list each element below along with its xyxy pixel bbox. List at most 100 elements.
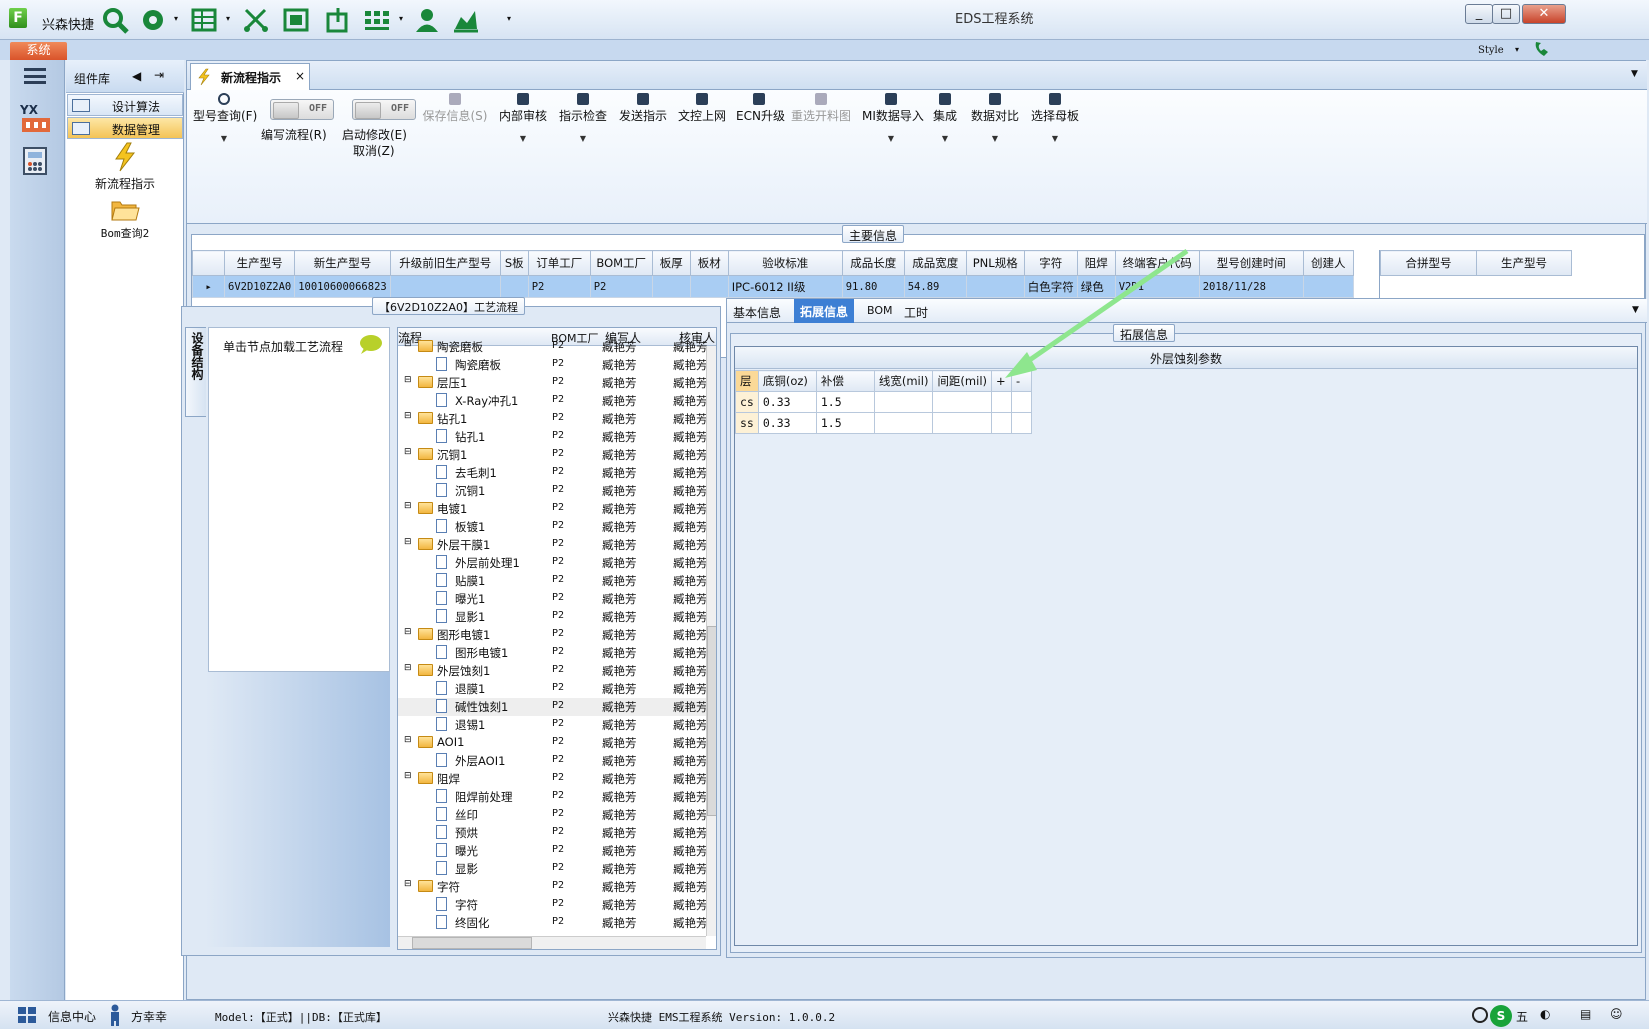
integrate-button[interactable]: 集成 ▼ — [932, 93, 958, 143]
pin-icon[interactable]: ⇥ — [154, 68, 164, 82]
cancel-label[interactable]: 取消(Z) — [353, 142, 395, 159]
chevron-down-icon[interactable]: ▼ — [1632, 305, 1639, 315]
table-cell[interactable]: 10010600066823 — [294, 275, 391, 298]
etch-value-cell[interactable] — [873, 412, 934, 434]
col-header[interactable]: 成品长度 — [841, 250, 905, 276]
etch-col-header[interactable]: 底铜(oz) — [757, 370, 817, 392]
row-indicator[interactable]: ▸ — [192, 275, 225, 298]
collapse-icon[interactable]: ⊟ — [404, 771, 412, 781]
col-header[interactable]: 型号创建时间 — [1198, 250, 1304, 276]
collapse-icon[interactable]: ⊟ — [404, 501, 412, 511]
table-cell[interactable]: P2 — [589, 275, 653, 298]
tab-basic-info[interactable]: 基本信息 — [733, 304, 781, 321]
tree-item-row[interactable]: 预烘 P2 臧艳芳 臧艳芳 — [398, 824, 708, 842]
system-menu-button[interactable]: 系统 — [10, 42, 67, 60]
save-info-button[interactable]: 保存信息(S) — [420, 93, 490, 124]
tab-bom[interactable]: BOM — [867, 304, 893, 317]
user-icon[interactable] — [411, 4, 443, 36]
col-header[interactable]: 板厚 — [651, 250, 691, 276]
chart-icon[interactable] — [450, 4, 482, 36]
collapse-icon[interactable]: ⊟ — [404, 735, 412, 745]
collapse-icon[interactable]: ⊟ — [404, 375, 412, 385]
send-instruction-button[interactable]: 发送指示 — [619, 93, 667, 124]
side-tab-device-structure[interactable]: 设备结构 — [185, 327, 207, 417]
tree-item-row[interactable]: 终固化 P2 臧艳芳 臧艳芳 — [398, 914, 708, 932]
start-modify-toggle[interactable]: OFF — [352, 99, 416, 120]
horizontal-scrollbar[interactable] — [398, 936, 706, 949]
tree-folder-row[interactable]: ⊟ 层压1 P2 臧艳芳 臧艳芳 — [398, 374, 708, 392]
tree-folder-row[interactable]: ⊟ 图形电镀1 P2 臧艳芳 臧艳芳 — [398, 626, 708, 644]
tab-new-flow[interactable]: 新流程指示 × — [190, 63, 310, 90]
chevron-down-icon[interactable]: ▾ — [174, 14, 178, 23]
chevron-down-icon[interactable]: ▾ — [1515, 45, 1519, 54]
etch-col-header[interactable]: 补偿 — [815, 370, 875, 392]
etch-value-cell[interactable]: 0.33 — [757, 412, 817, 434]
tree-folder-row[interactable]: ⊟ 沉铜1 P2 臧艳芳 臧艳芳 — [398, 446, 708, 464]
tree-folder-row[interactable]: ⊟ 外层蚀刻1 P2 臧艳芳 臧艳芳 — [398, 662, 708, 680]
tree-item-row[interactable]: 钻孔1 P2 臧艳芳 臧艳芳 — [398, 428, 708, 446]
bom-query-tool[interactable]: Bom查询2 — [66, 196, 184, 244]
ecn-upgrade-button[interactable]: ECN升级 — [736, 93, 785, 124]
chevron-down-icon[interactable]: ▼ — [1631, 69, 1638, 79]
table-cell[interactable] — [689, 275, 729, 298]
input-method-indicator[interactable]: S — [1490, 1005, 1512, 1027]
table-cell[interactable]: 54.89 — [903, 275, 967, 298]
maximize-button[interactable]: □ — [1492, 4, 1520, 24]
tree-item-row[interactable]: 外层前处理1 P2 臧艳芳 臧艳芳 — [398, 554, 708, 572]
collapse-icon[interactable]: ⊟ — [404, 447, 412, 457]
tree-folder-row[interactable]: ⊟ 外层干膜1 P2 臧艳芳 臧艳芳 — [398, 536, 708, 554]
ime-mode[interactable]: 五 — [1516, 1008, 1528, 1025]
col-header[interactable]: 升级前旧生产型号 — [389, 250, 501, 276]
layer-cell[interactable]: ss — [735, 412, 759, 434]
doc-control-button[interactable]: 文控上网 — [678, 93, 726, 124]
collapse-icon[interactable]: ⊟ — [404, 879, 412, 889]
grid-icon[interactable] — [361, 4, 393, 36]
vertical-scrollbar[interactable] — [706, 346, 716, 936]
table-cell[interactable]: P2 — [527, 275, 591, 298]
tree-item-row[interactable]: 沉铜1 P2 臧艳芳 臧艳芳 — [398, 482, 708, 500]
film-icon[interactable] — [280, 4, 312, 36]
table-icon[interactable] — [189, 4, 221, 36]
col-header[interactable]: BOM工厂 — [589, 250, 653, 276]
library-item-design-algorithm[interactable]: 设计算法 — [67, 94, 183, 116]
tree-item-row[interactable]: 贴膜1 P2 臧艳芳 臧艳芳 — [398, 572, 708, 590]
col-header[interactable]: 板材 — [689, 250, 729, 276]
chevron-down-icon[interactable]: ▾ — [507, 14, 511, 23]
tree-folder-row[interactable]: ⊟ 字符 P2 臧艳芳 臧艳芳 — [398, 878, 708, 896]
tree-item-row[interactable]: 碱性蚀刻1 P2 臧艳芳 臧艳芳 — [398, 698, 708, 716]
merge-production-header[interactable]: 生产型号 — [1476, 250, 1572, 276]
tree-folder-row[interactable]: ⊟ 电镀1 P2 臧艳芳 臧艳芳 — [398, 500, 708, 518]
chevron-down-icon[interactable]: ▾ — [399, 14, 403, 23]
tree-item-row[interactable]: 去毛刺1 P2 臧艳芳 臧艳芳 — [398, 464, 708, 482]
reselect-material-button[interactable]: 重选开料图 — [791, 93, 851, 124]
etch-value-cell[interactable] — [932, 412, 993, 434]
collapse-icon[interactable]: ⊟ — [404, 339, 412, 349]
hamburger-menu-icon[interactable] — [24, 68, 46, 84]
mi-import-button[interactable]: MI数据导入 ▼ — [862, 93, 924, 143]
etch-col-header[interactable]: 层 — [735, 370, 759, 392]
tab-extended-info[interactable]: 拓展信息 — [794, 299, 855, 323]
phone-icon[interactable] — [1532, 40, 1554, 58]
search-icon[interactable] — [99, 4, 131, 36]
export-icon[interactable] — [322, 4, 354, 36]
settings-gear-icon[interactable] — [137, 4, 169, 36]
calculator-icon[interactable] — [22, 146, 48, 176]
tree-item-row[interactable]: X-Ray冲孔1 P2 臧艳芳 臧艳芳 — [398, 392, 708, 410]
etch-value-cell[interactable] — [1011, 391, 1033, 413]
instruction-check-button[interactable]: 指示检查 ▼ — [559, 93, 607, 143]
keyboard-icon[interactable]: ▤ — [1580, 1007, 1591, 1021]
tree-item-row[interactable]: 阻焊前处理 P2 臧艳芳 臧艳芳 — [398, 788, 708, 806]
merge-model-header[interactable]: 合拼型号 — [1380, 250, 1477, 276]
user-settings-icon[interactable]: ☺ — [1610, 1007, 1623, 1021]
col-header[interactable]: S板 — [499, 250, 529, 276]
style-menu[interactable]: Style — [1478, 45, 1504, 56]
new-flow-tool[interactable]: 新流程指示 — [66, 142, 184, 191]
col-header[interactable]: 成品宽度 — [903, 250, 967, 276]
tree-item-row[interactable]: 显影1 P2 臧艳芳 臧艳芳 — [398, 608, 708, 626]
close-window-button[interactable]: ✕ — [1522, 4, 1566, 24]
tree-item-row[interactable]: 退锡1 P2 臧艳芳 臧艳芳 — [398, 716, 708, 734]
table-cell[interactable]: IPC-6012 II级 — [727, 275, 843, 298]
layer-cell[interactable]: cs — [735, 391, 759, 413]
col-header[interactable]: 验收标准 — [727, 250, 843, 276]
col-header[interactable]: 创建人 — [1302, 250, 1354, 276]
